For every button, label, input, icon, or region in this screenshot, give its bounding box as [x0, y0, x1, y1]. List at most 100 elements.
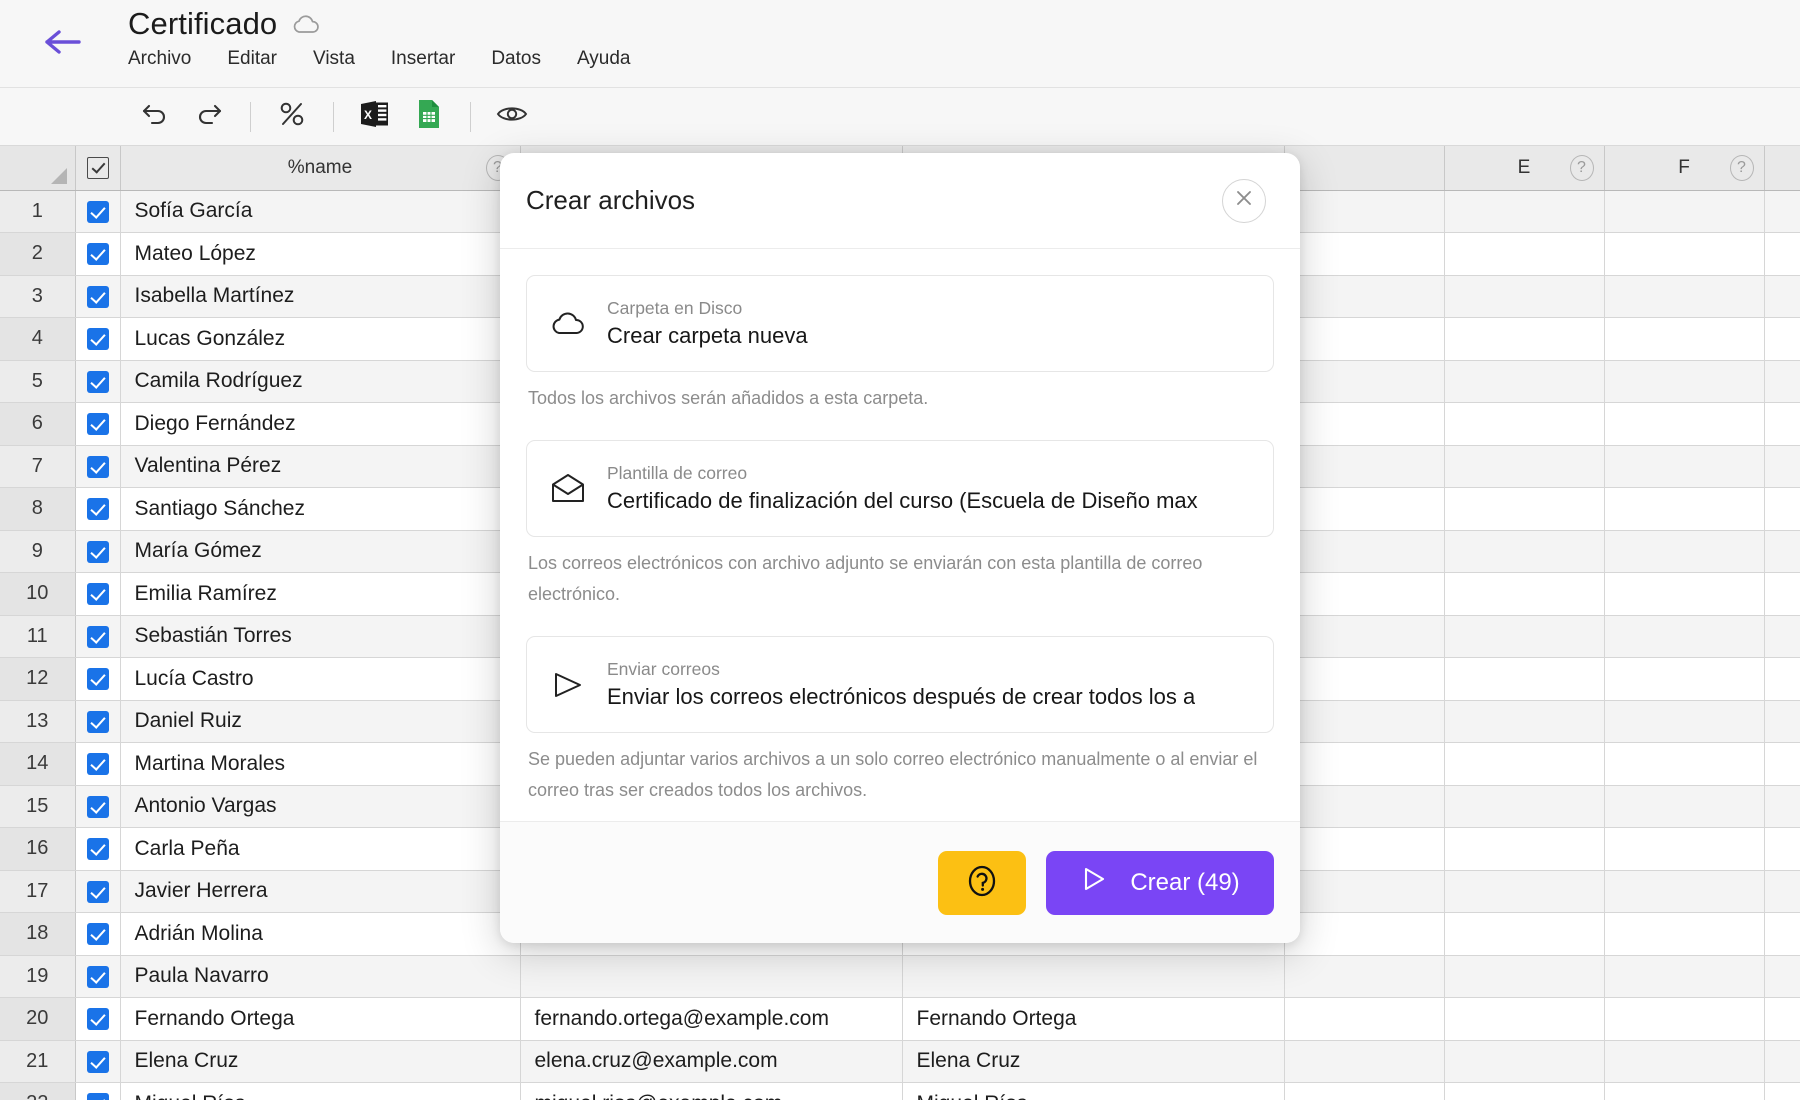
cell-e[interactable] [1444, 232, 1605, 276]
table-row[interactable]: 22 Miguel Ríosmiguel.rios@example.comMigu… [0, 1082, 1800, 1100]
cell-e[interactable] [1444, 1082, 1605, 1100]
excel-export-button[interactable]: X [348, 95, 402, 139]
cell-f[interactable] [1604, 997, 1765, 1041]
cell-email[interactable] [520, 955, 903, 998]
row-number[interactable]: 15 [0, 785, 76, 828]
row-number[interactable]: 22 [0, 1082, 76, 1100]
row-number[interactable]: 2 [0, 232, 76, 276]
cell-name[interactable]: Martina Morales [120, 742, 521, 786]
row-checkbox[interactable] [86, 540, 109, 563]
cell-fullname[interactable] [902, 955, 1285, 998]
row-checkbox-cell[interactable] [75, 912, 121, 956]
redo-button[interactable] [182, 95, 236, 139]
cell-d[interactable] [1284, 657, 1445, 701]
row-checkbox[interactable] [86, 880, 109, 903]
preview-button[interactable] [485, 95, 539, 139]
cell-e[interactable] [1444, 615, 1605, 658]
cell-fullname[interactable]: Elena Cruz [902, 1040, 1285, 1083]
cell-d[interactable] [1284, 317, 1445, 361]
cell-fullname[interactable]: Fernando Ortega [902, 997, 1285, 1041]
row-number[interactable]: 6 [0, 402, 76, 446]
cell-name[interactable]: Elena Cruz [120, 1040, 521, 1083]
menu-item-insertar[interactable]: Insertar [391, 46, 455, 72]
cell-name[interactable]: María Gómez [120, 530, 521, 573]
cell-e[interactable] [1444, 317, 1605, 361]
row-number[interactable]: 4 [0, 317, 76, 361]
row-number[interactable]: 8 [0, 487, 76, 531]
cell-e[interactable] [1444, 742, 1605, 786]
cell-e[interactable] [1444, 487, 1605, 531]
cell-name[interactable]: Lucas González [120, 317, 521, 361]
cell-g[interactable] [1764, 317, 1800, 361]
send-emails-field[interactable]: Enviar correos Enviar los correos electr… [526, 636, 1274, 733]
cell-name[interactable]: Javier Herrera [120, 870, 521, 913]
row-checkbox-cell[interactable] [75, 955, 121, 998]
column-header-e[interactable]: E ? [1444, 146, 1605, 191]
cell-f[interactable] [1604, 402, 1765, 446]
cell-e[interactable] [1444, 912, 1605, 956]
cell-g[interactable] [1764, 785, 1800, 828]
row-checkbox[interactable] [86, 285, 109, 308]
row-checkbox[interactable] [86, 625, 109, 648]
row-checkbox-cell[interactable] [75, 785, 121, 828]
cell-d[interactable] [1284, 1040, 1445, 1083]
column-header-f[interactable]: F ? [1604, 146, 1765, 191]
cell-name[interactable]: Lucía Castro [120, 657, 521, 701]
row-checkbox-cell[interactable] [75, 445, 121, 488]
column-f-help-icon[interactable]: ? [1729, 154, 1754, 181]
cell-f[interactable] [1604, 572, 1765, 616]
cell-d[interactable] [1284, 530, 1445, 573]
cell-f[interactable] [1604, 232, 1765, 276]
cell-e[interactable] [1444, 700, 1605, 743]
menu-item-ayuda[interactable]: Ayuda [577, 46, 631, 72]
cell-d[interactable] [1284, 1082, 1445, 1100]
cell-e[interactable] [1444, 572, 1605, 616]
row-number[interactable]: 5 [0, 360, 76, 403]
cell-e[interactable] [1444, 997, 1605, 1041]
row-checkbox-cell[interactable] [75, 870, 121, 913]
cell-name[interactable]: Carla Peña [120, 827, 521, 871]
menu-item-vista[interactable]: Vista [313, 46, 355, 72]
cell-f[interactable] [1604, 190, 1765, 233]
cell-d[interactable] [1284, 572, 1445, 616]
row-number[interactable]: 11 [0, 615, 76, 658]
row-checkbox-cell[interactable] [75, 657, 121, 701]
cell-f[interactable] [1604, 785, 1765, 828]
row-checkbox[interactable] [86, 1008, 109, 1031]
row-number[interactable]: 18 [0, 912, 76, 956]
column-header-g[interactable]: G ? [1764, 146, 1800, 191]
row-checkbox-cell[interactable] [75, 1082, 121, 1100]
cell-g[interactable] [1764, 232, 1800, 276]
cell-d[interactable] [1284, 190, 1445, 233]
cell-f[interactable] [1604, 487, 1765, 531]
cell-name[interactable]: Mateo López [120, 232, 521, 276]
cell-f[interactable] [1604, 530, 1765, 573]
row-number[interactable]: 14 [0, 742, 76, 786]
cell-g[interactable] [1764, 870, 1800, 913]
cell-email[interactable]: miguel.rios@example.com [520, 1082, 903, 1100]
cell-e[interactable] [1444, 190, 1605, 233]
row-checkbox-cell[interactable] [75, 530, 121, 573]
row-checkbox[interactable] [86, 795, 109, 818]
table-row[interactable]: 20 Fernando Ortega fernando.ortega@example… [0, 997, 1800, 1041]
cell-g[interactable] [1764, 997, 1800, 1041]
cell-f[interactable] [1604, 615, 1765, 658]
cell-g[interactable] [1764, 827, 1800, 871]
row-checkbox-cell[interactable] [75, 232, 121, 276]
cell-name[interactable]: Antonio Vargas [120, 785, 521, 828]
cell-d[interactable] [1284, 445, 1445, 488]
menu-item-datos[interactable]: Datos [491, 46, 541, 72]
cell-d[interactable] [1284, 615, 1445, 658]
cell-name[interactable]: Sebastián Torres [120, 615, 521, 658]
table-row[interactable]: 21 Elena Cruz elena.cruz@example.com Elena … [0, 1040, 1800, 1083]
column-header-a[interactable]: %name ? [120, 146, 521, 191]
row-checkbox[interactable] [86, 923, 109, 946]
cell-g[interactable] [1764, 1040, 1800, 1083]
cell-e[interactable] [1444, 1040, 1605, 1083]
cell-g[interactable] [1764, 487, 1800, 531]
cell-f[interactable] [1604, 870, 1765, 913]
cell-e[interactable] [1444, 402, 1605, 446]
cell-d[interactable] [1284, 402, 1445, 446]
column-header-checkbox[interactable] [75, 146, 121, 191]
cell-d[interactable] [1284, 912, 1445, 956]
